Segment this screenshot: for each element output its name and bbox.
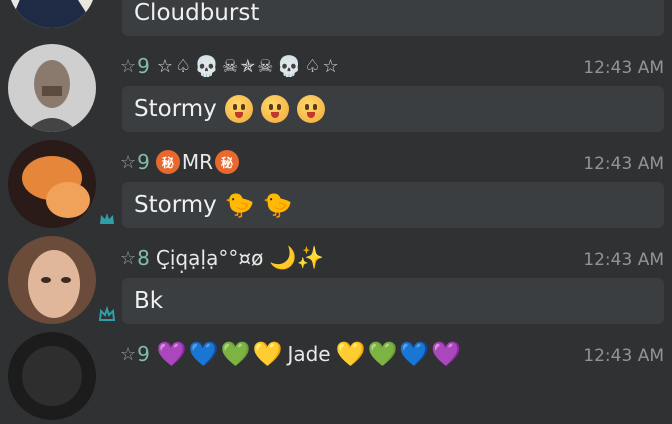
blue-heart-emoji: 💙: [399, 340, 430, 368]
username-symbol: ☠: [257, 55, 274, 77]
user-level: 9: [137, 150, 150, 174]
star-outline-icon: ☆: [120, 55, 137, 77]
timestamp: 12:43 AM: [583, 346, 664, 366]
username-symbol: ☆: [156, 55, 174, 77]
blue-heart-emoji: 💙: [188, 340, 219, 368]
crown-icon: [98, 306, 116, 321]
avatar[interactable]: [8, 236, 96, 324]
avatar[interactable]: [8, 44, 96, 132]
purple-heart-emoji: 💜: [156, 340, 187, 368]
secret-badge-icon: 秘: [215, 150, 240, 174]
chick-emoji: 🐤: [262, 191, 293, 219]
username[interactable]: MR: [182, 150, 213, 174]
message-header: ☆ 9 💜 💙 💚 💛 Jade 💛 💚 💙 💜: [120, 340, 462, 368]
message-text: Cloudburst: [134, 0, 260, 26]
yellow-heart-emoji: 💛: [252, 340, 283, 368]
username-symbol: ☆: [322, 55, 339, 77]
message-header: ☆ 9 ☆ ♤ 💀 ☠ ✯ ☠ 💀 ♤ ☆: [120, 52, 340, 80]
message-text: Stormy 🐤 🐤: [134, 191, 293, 219]
message-header: ☆ 8 Ç̣ịq̣ạḷạ°°¤ø 🌙 ✨: [120, 244, 324, 272]
username-symbol: ♤: [304, 55, 321, 77]
purple-heart-emoji: 💜: [431, 340, 462, 368]
username[interactable]: Ç̣ịq̣ạḷạ°°¤ø: [156, 246, 263, 270]
moon-emoji: 🌙: [269, 245, 297, 271]
tongue-face-emoji: [296, 95, 325, 123]
timestamp: 12:43 AM: [583, 58, 664, 78]
avatar[interactable]: [8, 140, 96, 228]
message-header: ☆ 9 秘 MR 秘: [120, 148, 240, 176]
chat-message-row[interactable]: ☆ 8 Ç̣ịq̣ạḷạ°°¤ø 🌙 ✨ 12:43 AM Bk: [0, 232, 672, 328]
secret-badge-icon: 秘: [155, 150, 180, 174]
chick-emoji: 🐤: [224, 191, 255, 219]
chat-message-row[interactable]: ☆ 9 💜 💙 💚 💛 Jade 💛 💚 💙 💜 12:43 AM: [0, 328, 672, 424]
username-symbol: ✯: [240, 55, 256, 77]
green-heart-emoji: 💚: [220, 340, 251, 368]
username[interactable]: Jade: [287, 342, 330, 366]
user-level: 9: [137, 342, 150, 366]
timestamp: 12:43 AM: [583, 154, 664, 174]
timestamp: 12:43 AM: [583, 250, 664, 270]
sparkles-emoji: ✨: [296, 245, 325, 271]
username-symbol: ☠: [222, 55, 239, 77]
tongue-face-emoji: [224, 95, 253, 123]
user-level: 9: [137, 54, 150, 78]
crown-icon: [100, 213, 114, 224]
message-text: Bk: [134, 288, 164, 314]
star-outline-icon: ☆: [120, 343, 137, 365]
star-outline-icon: ☆: [120, 247, 137, 269]
star-outline-icon: ☆: [120, 151, 137, 173]
chat-message-row[interactable]: Cloudburst: [0, 0, 672, 36]
username-symbol: ♤: [175, 55, 192, 77]
green-heart-emoji: 💚: [367, 340, 398, 368]
avatar[interactable]: [8, 0, 96, 28]
tongue-face-emoji: [260, 95, 289, 123]
avatar[interactable]: [8, 332, 96, 420]
message-bubble: [122, 278, 664, 324]
user-level: 8: [137, 246, 150, 270]
chat-message-row[interactable]: ☆ 9 ☆ ♤ 💀 ☠ ✯ ☠ 💀 ♤ ☆ 12:43 AM Stormy: [0, 40, 672, 136]
yellow-heart-emoji: 💛: [335, 340, 366, 368]
chat-message-row[interactable]: ☆ 9 秘 MR 秘 12:43 AM Stormy 🐤 🐤: [0, 136, 672, 232]
message-text: Stormy: [134, 86, 325, 132]
skull-emoji: 💀: [276, 54, 302, 78]
skull-emoji: 💀: [194, 54, 220, 78]
